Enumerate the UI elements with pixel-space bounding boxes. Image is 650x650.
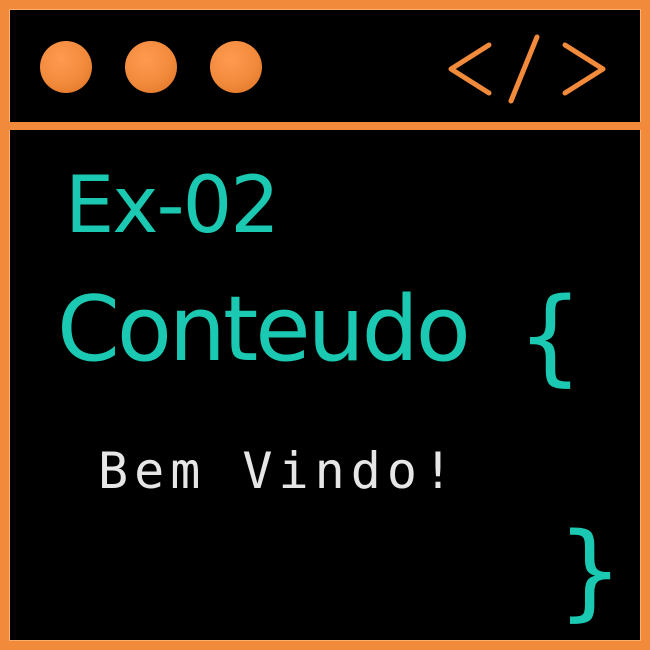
window-dot-1[interactable] <box>40 41 92 93</box>
exercise-title: Ex-02 <box>65 161 280 251</box>
close-brace: } <box>557 510 624 632</box>
code-tag-icon <box>448 34 606 104</box>
window-dot-3[interactable] <box>210 41 262 93</box>
open-brace: { <box>517 275 584 397</box>
browser-window-frame: Ex-02 Conteudo { Bem Vindo! } <box>0 0 650 650</box>
welcome-text: Bem Vindo! <box>98 442 460 500</box>
titlebar-divider <box>9 122 641 130</box>
window-titlebar <box>9 9 641 122</box>
content-heading: Conteudo <box>57 277 471 382</box>
window-dot-2[interactable] <box>125 41 177 93</box>
